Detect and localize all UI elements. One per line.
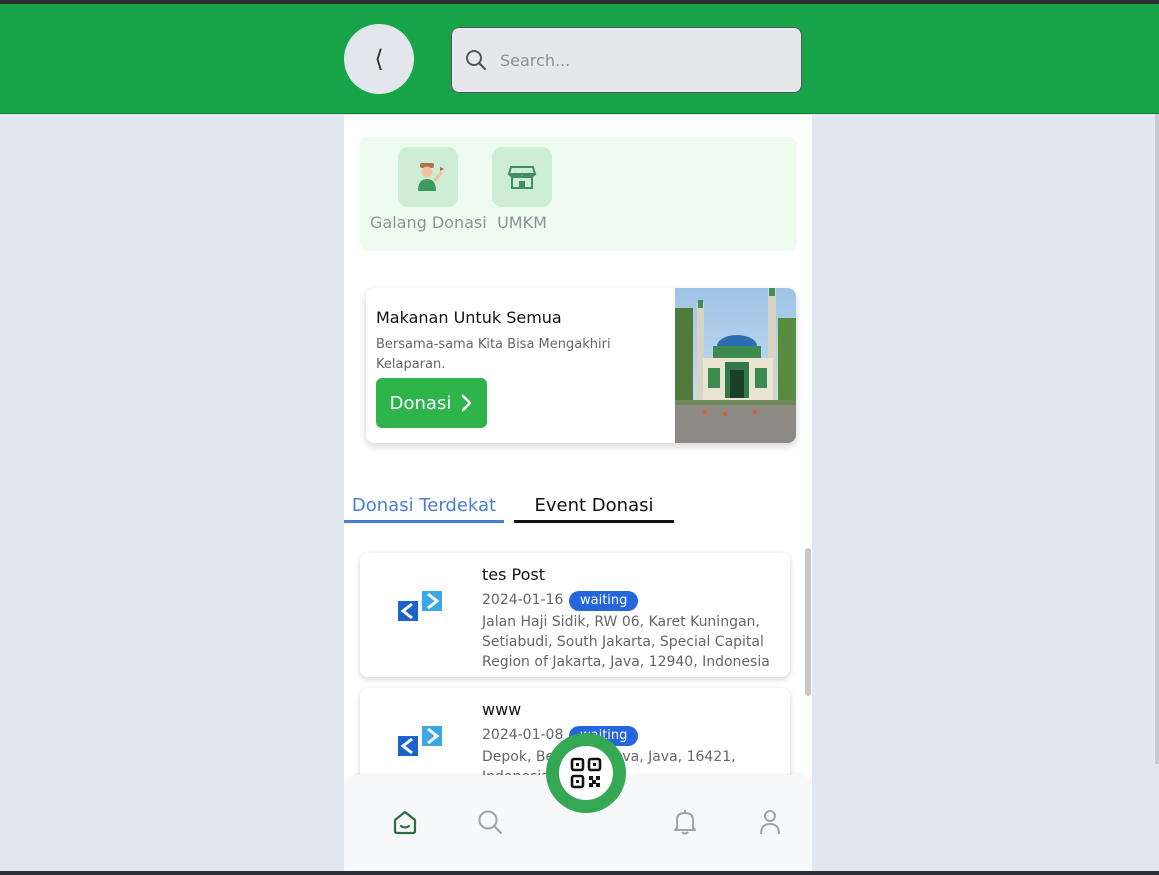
search-bar[interactable] bbox=[451, 27, 802, 93]
mobile-app-frame: Galang Donasi UMKM Makanan Untuk Semua B… bbox=[344, 115, 812, 875]
status-badge: waiting bbox=[569, 591, 639, 611]
category-umkm[interactable]: UMKM bbox=[492, 147, 552, 232]
search-icon bbox=[478, 810, 503, 835]
donation-title: www bbox=[482, 700, 522, 719]
search-input[interactable] bbox=[500, 50, 780, 70]
donation-date: 2024-01-16 bbox=[482, 592, 564, 608]
promo-title: Makanan Untuk Semua bbox=[376, 308, 562, 327]
person-donate-icon bbox=[398, 147, 459, 207]
app-header: ⟨ bbox=[0, 4, 1159, 114]
nav-search[interactable] bbox=[475, 807, 505, 837]
category-label: Galang Donasi bbox=[370, 213, 487, 232]
promo-banner: Makanan Untuk Semua Bersama-sama Kita Bi… bbox=[366, 288, 796, 443]
donasi-button-label: Donasi bbox=[389, 392, 452, 414]
category-panel: Galang Donasi UMKM bbox=[360, 137, 797, 251]
list-scrollbar[interactable] bbox=[805, 548, 811, 696]
store-icon bbox=[492, 147, 552, 207]
qr-code-icon bbox=[570, 757, 602, 789]
user-icon bbox=[760, 810, 780, 835]
tab-event-donasi[interactable]: Event Donasi bbox=[514, 493, 674, 523]
nav-notifications[interactable] bbox=[670, 807, 700, 837]
chevron-left-icon: ⟨ bbox=[374, 45, 384, 73]
chevron-right-icon bbox=[462, 394, 472, 412]
search-icon bbox=[466, 50, 487, 71]
nav-home[interactable] bbox=[390, 807, 420, 837]
promo-subtitle: Bersama-sama Kita Bisa Mengakhiri Kelapa… bbox=[376, 337, 611, 372]
page-scrollbar[interactable] bbox=[1155, 114, 1159, 764]
code-logo-icon bbox=[398, 726, 442, 756]
donation-address: Jalan Haji Sidik, RW 06, Karet Kuningan,… bbox=[482, 614, 770, 670]
donation-card[interactable]: tes Post 2024-01-16 waiting Jalan Haji S… bbox=[360, 553, 790, 677]
category-label: UMKM bbox=[497, 213, 547, 232]
qr-scan-button[interactable] bbox=[546, 733, 626, 813]
mosque-photo bbox=[675, 288, 796, 443]
back-button[interactable]: ⟨ bbox=[344, 24, 414, 94]
tab-donasi-terdekat[interactable]: Donasi Terdekat bbox=[344, 493, 504, 523]
code-logo-icon bbox=[398, 591, 442, 621]
nav-profile[interactable] bbox=[755, 807, 785, 837]
window-bottom-border bbox=[0, 871, 1159, 875]
donation-title: tes Post bbox=[482, 565, 546, 584]
donation-date: 2024-01-08 bbox=[482, 727, 564, 743]
bell-icon bbox=[674, 810, 696, 835]
tab-bar: Donasi Terdekat Event Donasi bbox=[344, 493, 812, 525]
category-galang-donasi[interactable]: Galang Donasi bbox=[370, 147, 487, 232]
home-icon bbox=[393, 810, 417, 835]
donasi-button[interactable]: Donasi bbox=[376, 378, 487, 428]
